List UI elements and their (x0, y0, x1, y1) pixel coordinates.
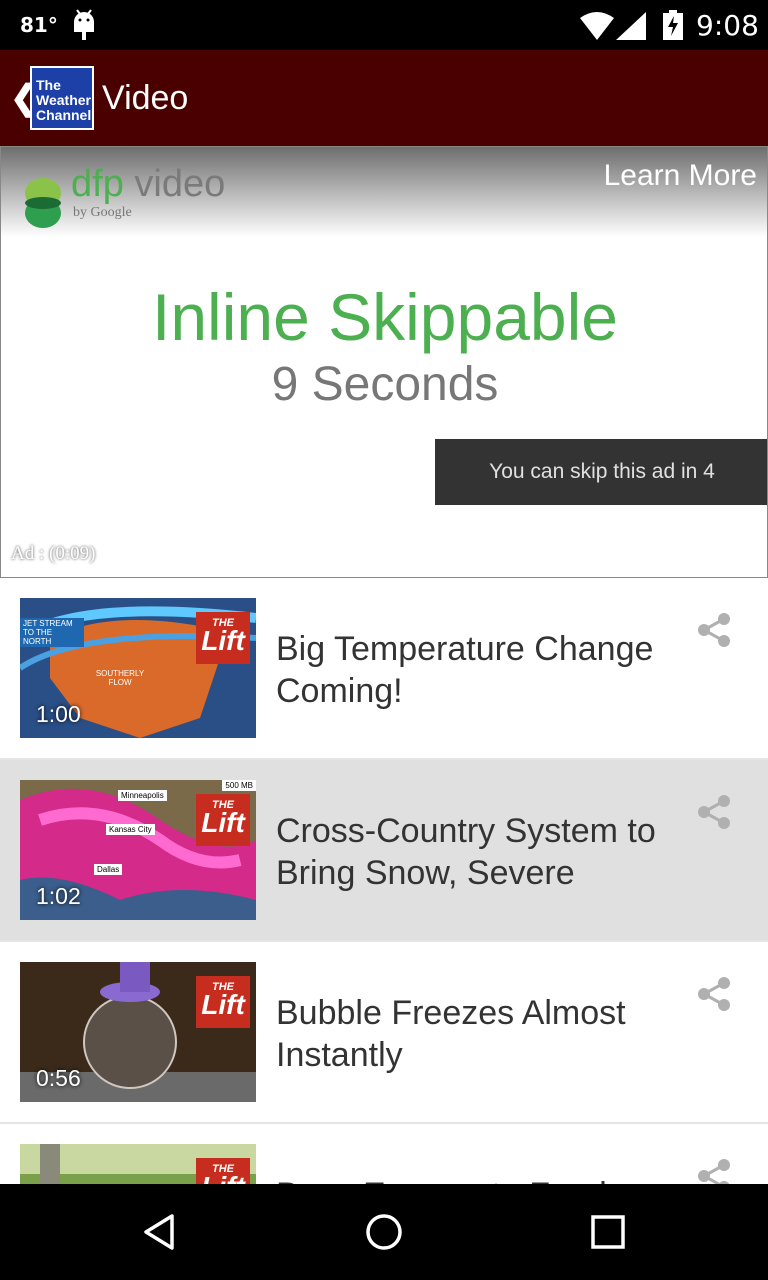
video-thumbnail[interactable]: Minneapolis Kansas City Dallas 500 MB TH… (20, 780, 256, 920)
map-label: Minneapolis (118, 790, 167, 801)
share-icon[interactable] (696, 794, 732, 830)
video-thumbnail[interactable]: THELift (20, 1144, 256, 1184)
badge-lift: Lift (201, 625, 245, 656)
share-icon[interactable] (696, 612, 732, 648)
ad-headline: Inline Skippable (152, 280, 618, 354)
battery-charging-icon (663, 10, 683, 40)
temperature-readout: 81° (20, 13, 58, 37)
wifi-icon (580, 12, 614, 40)
the-lift-badge: THELift (196, 612, 250, 664)
signal-icon (616, 12, 646, 40)
status-bar: 81° 9:08 (0, 0, 768, 50)
share-icon[interactable] (696, 976, 732, 1012)
badge-lift: Lift (201, 989, 245, 1020)
skip-ad-button[interactable]: You can skip this ad in 4 (435, 439, 767, 505)
nav-recent-apps-icon[interactable] (590, 1214, 626, 1250)
clock: 9:08 (696, 9, 759, 42)
nav-home-icon[interactable] (364, 1212, 404, 1252)
video-duration: 1:02 (36, 883, 81, 909)
share-icon[interactable] (696, 1158, 732, 1184)
android-icon (74, 9, 94, 40)
ad-subheadline: 9 Seconds (271, 358, 499, 411)
app-bar: ❮ The Weather Channel Video (0, 50, 768, 146)
map-label: Kansas City (106, 824, 155, 835)
dfp-brand: dfp video (71, 163, 225, 206)
video-thumbnail[interactable]: JET STREAM TO THE NORTH SOUTHERLY FLOW T… (20, 598, 256, 738)
video-title[interactable]: Big Temperature Change Coming! (276, 628, 676, 712)
page-title: Video (102, 79, 189, 117)
video-title[interactable]: Cross-Country System to Bring Snow, Seve… (276, 810, 676, 894)
video-list-item[interactable]: THELift Bees Emerge to Feed (0, 1124, 768, 1184)
video-duration: 1:00 (36, 701, 81, 727)
nav-back-icon[interactable] (140, 1212, 180, 1252)
video-title[interactable]: Bees Emerge to Feed (276, 1174, 676, 1184)
video-list-item[interactable]: Minneapolis Kansas City Dallas 500 MB TH… (0, 760, 768, 942)
logo-line: Weather (36, 92, 91, 108)
map-label: JET STREAM TO THE NORTH (20, 618, 84, 647)
map-label: 500 MB (222, 780, 256, 791)
the-lift-badge: THELift (196, 976, 250, 1028)
navigation-bar (0, 1184, 768, 1280)
ad-timer: Ad : (0:09) (11, 543, 96, 564)
video-list: JET STREAM TO THE NORTH SOUTHERLY FLOW T… (0, 578, 768, 1184)
the-lift-badge: THELift (196, 794, 250, 846)
dfp-logo-icon (25, 178, 61, 228)
logo-line: Channel (36, 107, 92, 123)
video-thumbnail[interactable]: THE Lift 0:56 (20, 962, 256, 1102)
map-label: SOUTHERLY FLOW (95, 669, 145, 687)
video-title[interactable]: Bubble Freezes Almost Instantly (276, 992, 676, 1076)
badge-lift: Lift (196, 1173, 250, 1185)
video-list-item[interactable]: JET STREAM TO THE NORTH SOUTHERLY FLOW T… (0, 578, 768, 760)
dfp-brand-sub: by Google (73, 205, 132, 220)
dfp-brand-dfp: dfp (71, 163, 124, 205)
badge-lift: Lift (201, 807, 245, 838)
weather-channel-logo[interactable]: The Weather Channel (30, 66, 94, 130)
dfp-brand-video: video (123, 163, 226, 205)
video-list-item[interactable]: THE Lift 0:56 Bubble Freezes Almost Insta… (0, 942, 768, 1124)
video-duration: 0:56 (36, 1065, 81, 1091)
logo-line: The (36, 77, 61, 93)
video-ad[interactable]: dfp video by Google Learn More Inline Sk… (0, 146, 768, 578)
the-lift-badge: THELift (196, 1158, 250, 1184)
map-label: Dallas (94, 864, 123, 875)
learn-more-link[interactable]: Learn More (604, 159, 757, 193)
